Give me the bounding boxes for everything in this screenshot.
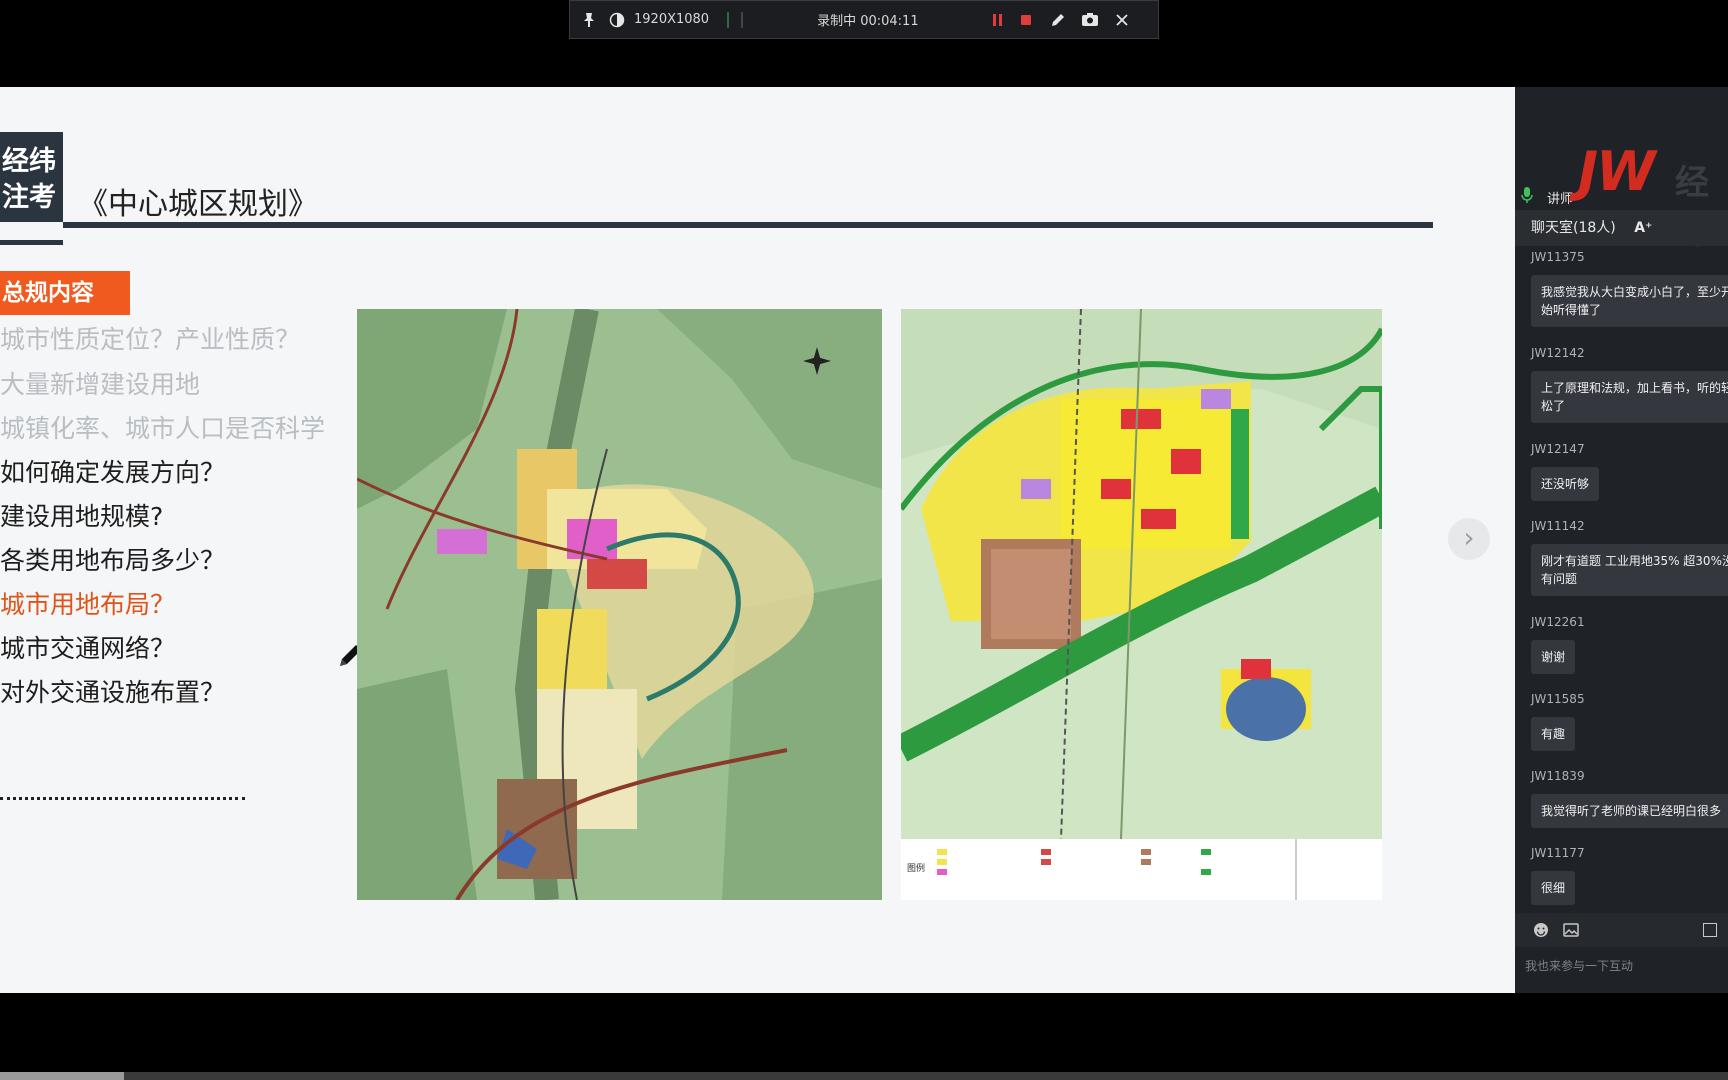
slide-logo: 经纬 注考 <box>0 132 63 222</box>
chat-title: 聊天室(18人) <box>1531 220 1616 236</box>
message-user: JW12261 <box>1531 615 1585 629</box>
presentation-slide: 经纬 注考 《中心城区规划》 总规内容 城市性质定位？产业性质？ 大量新增建设用… <box>0 87 1515 993</box>
question-item: 城镇化率、城市人口是否科学 <box>0 414 326 443</box>
question-item: 城市性质定位？产业性质？ <box>0 325 301 354</box>
question-item: 对外交通设施布置？ <box>0 678 226 707</box>
camera-icon[interactable] <box>1079 9 1101 31</box>
message-bubble: 有趣 <box>1531 717 1576 751</box>
map-legend-label: 图例 <box>907 862 925 874</box>
message-bubble: 上了原理和法规，加上看书，听的轻松了 <box>1531 371 1728 423</box>
chat-toolbar <box>1515 913 1728 947</box>
message-user: JW11142 <box>1531 519 1585 533</box>
brand-logo: JW <box>1578 140 1656 203</box>
logo-line2: 注考 <box>2 182 56 213</box>
question-item: 建设用地规模? <box>0 502 164 531</box>
message-user: JW12147 <box>1531 442 1585 456</box>
checkbox[interactable] <box>1703 923 1717 937</box>
section-tag: 总规内容 <box>0 271 130 315</box>
question-item: 如何确定发展方向？ <box>0 458 226 487</box>
chat-input[interactable]: 我也来参与一下互动 <box>1515 947 1728 993</box>
contrast-icon[interactable] <box>606 9 628 31</box>
close-icon[interactable] <box>1111 9 1133 31</box>
chat-header: 聊天室(18人) A⁺ <box>1515 210 1728 246</box>
question-item-active: 城市用地布局？ <box>0 590 176 619</box>
microphone-icon <box>1520 186 1536 204</box>
message-bubble: 谢谢 <box>1531 640 1576 674</box>
message-bubble: 还没听够 <box>1531 467 1600 501</box>
logo-line1: 经纬 <box>2 146 56 177</box>
pin-icon[interactable] <box>578 9 600 31</box>
stop-icon[interactable] <box>1015 9 1037 31</box>
pen-icon[interactable] <box>1047 9 1069 31</box>
message-bubble: 我感觉我从大白变成小白了，至少开始听得懂了 <box>1531 275 1728 327</box>
font-size-button[interactable]: A⁺ <box>1634 220 1652 236</box>
question-item: 各类用地布局多少？ <box>0 546 226 575</box>
level-meter-2 <box>741 11 744 28</box>
presenter-role-label: 讲师 <box>1547 192 1574 207</box>
message-user: JW11177 <box>1531 846 1585 860</box>
dotted-separator <box>0 797 245 800</box>
pause-icon[interactable] <box>987 9 1009 31</box>
bottom-progress-track <box>0 1072 1728 1080</box>
title-divider <box>63 222 1433 228</box>
message-user: JW11585 <box>1531 692 1585 706</box>
resolution-label: 1920X1080 <box>634 12 710 27</box>
logo-underline <box>0 240 63 245</box>
message-bubble: 我觉得听了老师的课已经明白很多 <box>1531 794 1728 828</box>
bottom-progress-fill <box>0 1072 124 1080</box>
recording-status: 录制中 00:04:11 <box>817 14 919 29</box>
question-item: 城市交通网络？ <box>0 634 176 663</box>
question-item: 大量新增建设用地 <box>0 370 201 399</box>
next-slide-button[interactable]: › <box>1448 518 1490 560</box>
level-meter <box>727 11 730 28</box>
land-use-map-left <box>357 309 882 900</box>
message-bubble: 刚才有道题 工业用地35% 超30%没有问题 <box>1531 544 1728 596</box>
image-upload-icon[interactable] <box>1563 922 1579 942</box>
slide-title: 《中心城区规划》 <box>78 187 318 222</box>
message-user: JW11839 <box>1531 769 1585 783</box>
message-user: JW11375 <box>1531 250 1585 264</box>
land-use-map-right: 图例 <box>901 309 1382 900</box>
message-bubble: 很细 <box>1531 871 1576 905</box>
emoji-icon[interactable] <box>1533 922 1549 942</box>
message-user: JW12142 <box>1531 346 1585 360</box>
recording-toolbar: 1920X1080 录制中 00:04:11 <box>569 0 1159 39</box>
